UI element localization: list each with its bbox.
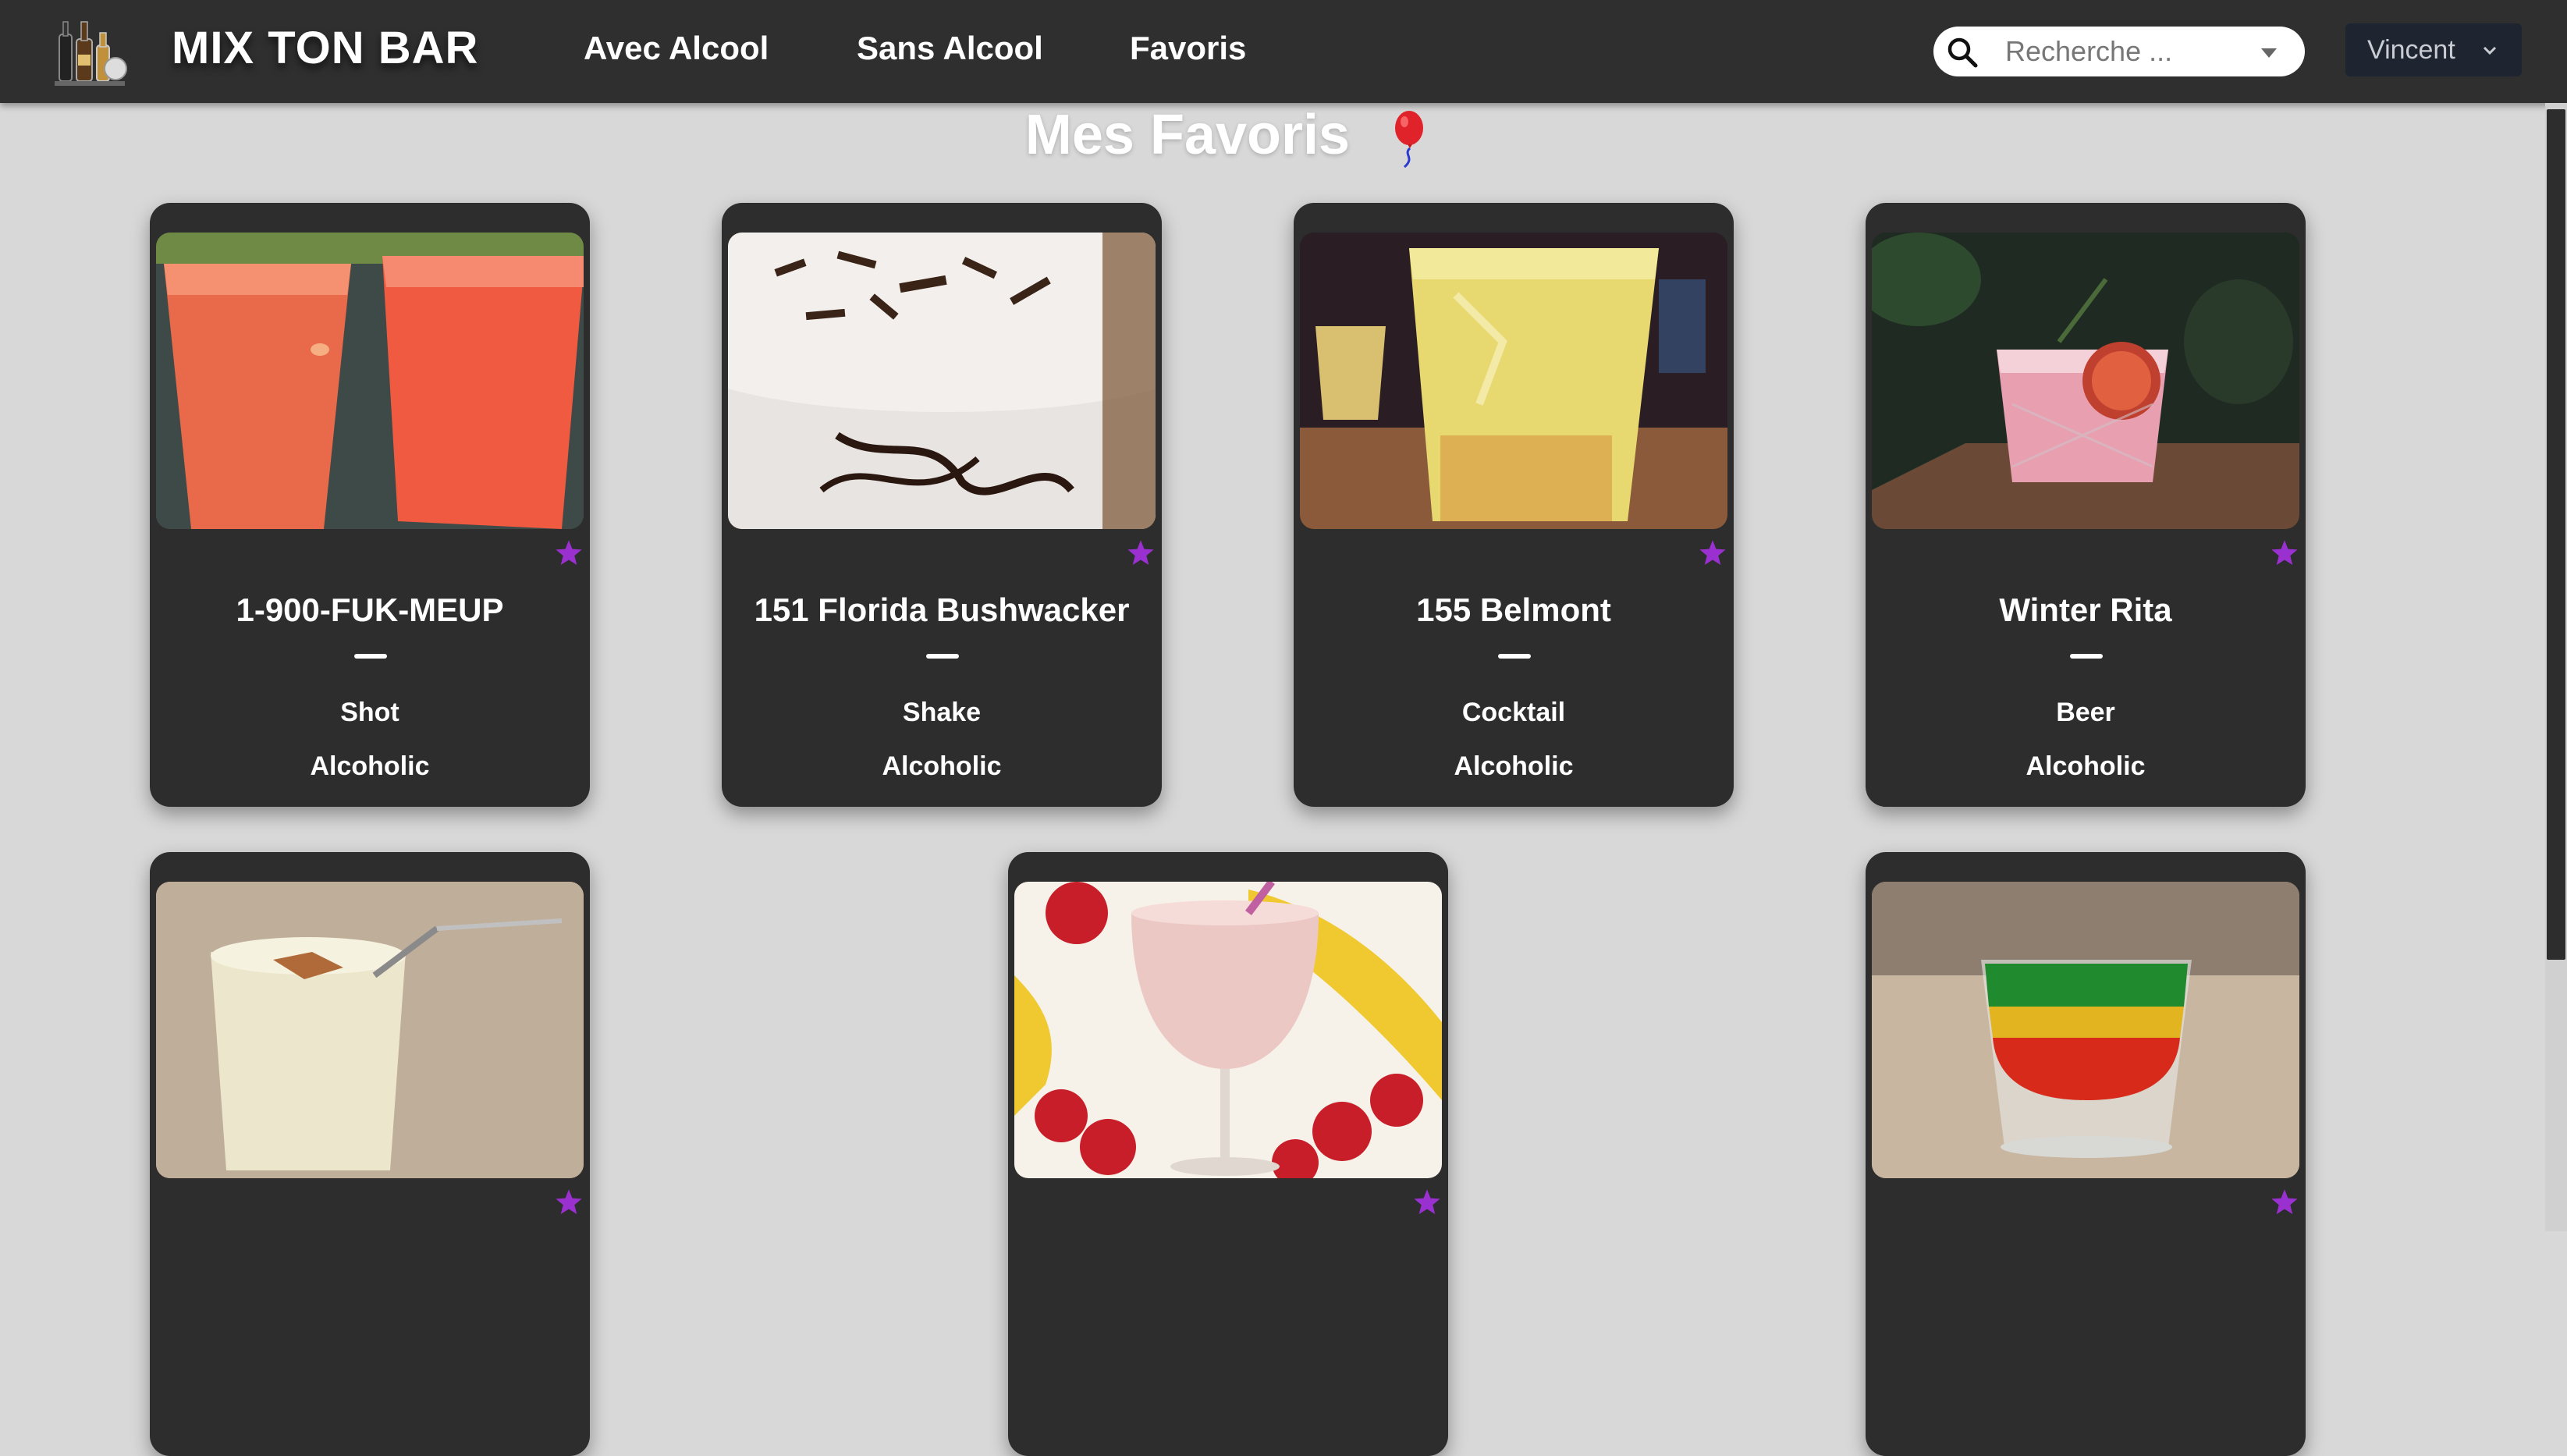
- drink-category: Cocktail: [1461, 698, 1566, 727]
- drink-category: Beer: [2056, 698, 2115, 727]
- favorite-star-icon[interactable]: [1126, 538, 1156, 568]
- drink-type: Alcoholic: [310, 751, 430, 781]
- scrollbar-thumb[interactable]: [2547, 109, 2565, 960]
- user-name: Vincent: [2367, 34, 2455, 65]
- drink-category: Shake: [902, 698, 982, 727]
- favorite-star-icon[interactable]: [2270, 1188, 2299, 1217]
- favorite-star-icon[interactable]: [1698, 538, 1727, 568]
- favorite-star-icon[interactable]: [554, 1188, 584, 1217]
- page-title-text: Mes Favoris: [1024, 104, 1351, 166]
- brand-title[interactable]: MIX TON BAR: [172, 22, 478, 74]
- navbar: MIX TON BAR Avec Alcool Sans Alcool Favo…: [0, 0, 2567, 103]
- bar-bottles-logo-icon[interactable]: [48, 11, 131, 92]
- drink-photo[interactable]: [156, 233, 584, 529]
- divider: [354, 654, 387, 659]
- divider: [2070, 654, 2103, 659]
- user-menu-button[interactable]: Vincent: [2345, 23, 2522, 76]
- drink-category: Shot: [340, 698, 399, 727]
- drink-card[interactable]: Winter Rita Beer Alcoholic: [1866, 203, 2306, 807]
- drink-card[interactable]: 1-900-FUK-MEUP Shot Alcoholic: [150, 203, 590, 807]
- drink-card[interactable]: [1866, 852, 2306, 1456]
- drink-card[interactable]: [150, 852, 590, 1456]
- drink-type: Alcoholic: [882, 751, 1002, 781]
- drink-name: 151 Florida Bushwacker: [754, 591, 1130, 628]
- drink-card[interactable]: [1008, 852, 1448, 1456]
- drink-photo[interactable]: [1300, 233, 1727, 529]
- drink-photo[interactable]: [1014, 882, 1442, 1178]
- page-title: Mes Favoris: [0, 103, 2455, 170]
- drink-photo[interactable]: [156, 882, 584, 1178]
- divider: [926, 654, 959, 659]
- favorite-star-icon[interactable]: [554, 538, 584, 568]
- divider: [1498, 654, 1531, 659]
- nav-link-favoris[interactable]: Favoris: [1130, 30, 1246, 67]
- drink-card[interactable]: 155 Belmont Cocktail Alcoholic: [1294, 203, 1734, 807]
- drink-photo[interactable]: [728, 233, 1156, 529]
- chevron-down-icon: [2483, 46, 2497, 55]
- drink-name: Winter Rita: [1999, 591, 2172, 628]
- search-input[interactable]: [2005, 33, 2239, 70]
- drink-type: Alcoholic: [1454, 751, 1574, 781]
- drink-name: 1-900-FUK-MEUP: [236, 591, 504, 628]
- nav-link-sans-alcool[interactable]: Sans Alcool: [857, 30, 1043, 67]
- drink-type: Alcoholic: [2026, 751, 2146, 781]
- drink-photo[interactable]: [1872, 882, 2299, 1178]
- balloon-icon: [1395, 110, 1424, 169]
- drink-photo[interactable]: [1872, 233, 2299, 529]
- search-dropdown-caret-icon[interactable]: [2261, 48, 2277, 58]
- favorite-star-icon[interactable]: [2270, 538, 2299, 568]
- nav-link-avec-alcool[interactable]: Avec Alcool: [584, 30, 769, 67]
- search-box: [1933, 27, 2305, 76]
- favorite-star-icon[interactable]: [1412, 1188, 1442, 1217]
- search-icon[interactable]: [1946, 36, 1979, 69]
- drink-name: 155 Belmont: [1416, 591, 1611, 628]
- drink-card[interactable]: 151 Florida Bushwacker Shake Alcoholic: [722, 203, 1162, 807]
